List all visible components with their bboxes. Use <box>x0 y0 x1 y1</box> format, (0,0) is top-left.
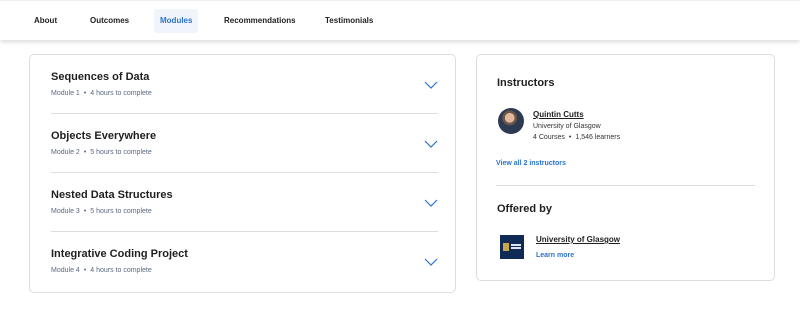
module-meta: Module 3 • 5 hours to complete <box>51 208 152 215</box>
offered-by-heading: Offered by <box>497 203 553 215</box>
module-duration: 5 hours to complete <box>90 208 152 215</box>
instructor-avatar[interactable] <box>498 108 524 134</box>
crest-icon <box>503 243 509 251</box>
instructors-heading: Instructors <box>497 77 555 89</box>
tab-modules[interactable]: Modules <box>154 9 199 33</box>
meta-separator: • <box>83 267 87 274</box>
tab-about[interactable]: About <box>28 9 63 33</box>
tab-testimonials[interactable]: Testimonials <box>319 9 379 33</box>
chevron-down-icon[interactable] <box>424 80 438 90</box>
module-duration: 5 hours to complete <box>90 149 152 156</box>
meta-separator: • <box>83 90 87 97</box>
module-number: Module 3 <box>51 208 80 215</box>
module-item[interactable]: Objects Everywhere Module 2 • 5 hours to c… <box>51 114 438 173</box>
meta-separator: • <box>568 134 572 141</box>
module-meta: Module 4 • 4 hours to complete <box>51 267 152 274</box>
divider <box>496 185 755 186</box>
chevron-down-icon[interactable] <box>424 257 438 267</box>
university-name-link[interactable]: University of Glasgow <box>536 235 620 244</box>
module-meta: Module 2 • 5 hours to complete <box>51 149 152 156</box>
module-number: Module 2 <box>51 149 80 156</box>
instructor-organization: University of Glasgow <box>533 123 601 130</box>
course-sidebar: Instructors Quintin Cutts University of … <box>476 54 775 281</box>
view-all-instructors-link[interactable]: View all 2 instructors <box>496 160 566 167</box>
module-item[interactable]: Integrative Coding Project Module 4 • 4 ho… <box>51 232 438 291</box>
module-title: Nested Data Structures <box>51 189 173 201</box>
tab-outcomes[interactable]: Outcomes <box>84 9 135 33</box>
module-title: Sequences of Data <box>51 71 150 83</box>
tab-recommendations[interactable]: Recommendations <box>218 9 302 33</box>
module-item[interactable]: Sequences of Data Module 1 • 4 hours to co… <box>51 55 438 114</box>
module-item[interactable]: Nested Data Structures Module 3 • 5 hours … <box>51 173 438 232</box>
meta-separator: • <box>83 208 87 215</box>
learn-more-link[interactable]: Learn more <box>536 252 574 259</box>
module-duration: 4 hours to complete <box>90 267 152 274</box>
university-logo[interactable] <box>500 235 524 259</box>
module-title: Integrative Coding Project <box>51 248 188 260</box>
meta-separator: • <box>83 149 87 156</box>
instructor-name-link[interactable]: Quintin Cutts <box>533 110 584 119</box>
module-number: Module 4 <box>51 267 80 274</box>
module-meta: Module 1 • 4 hours to complete <box>51 90 152 97</box>
module-number: Module 1 <box>51 90 80 97</box>
instructor-courses: 4 Courses <box>533 134 565 141</box>
module-title: Objects Everywhere <box>51 130 157 142</box>
chevron-down-icon[interactable] <box>424 139 438 149</box>
section-tab-bar: About Outcomes Modules Recommendations T… <box>0 0 800 40</box>
instructor-learners: 1,546 learners <box>575 134 621 141</box>
chevron-down-icon[interactable] <box>424 198 438 208</box>
instructor-stats: 4 Courses • 1,546 learners <box>533 134 620 141</box>
module-duration: 4 hours to complete <box>90 90 152 97</box>
modules-list: Sequences of Data Module 1 • 4 hours to co… <box>29 54 456 293</box>
